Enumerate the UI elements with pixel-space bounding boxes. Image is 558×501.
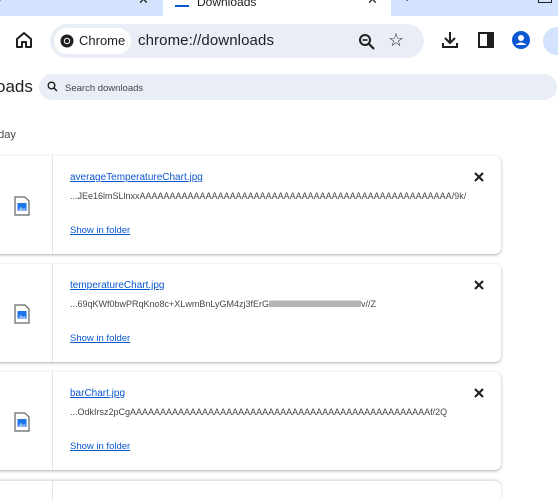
home-icon[interactable] bbox=[14, 30, 34, 50]
card-divider bbox=[52, 481, 53, 501]
download-filename-link[interactable]: barChart.jpg bbox=[70, 388, 125, 399]
profile-icon[interactable] bbox=[511, 30, 531, 50]
show-in-folder-link[interactable]: Show in folder bbox=[70, 333, 130, 344]
download-filename-link[interactable]: temperatureChart.jpg bbox=[70, 280, 165, 291]
bookmark-star-icon[interactable]: ☆ bbox=[388, 30, 404, 51]
tab-csv[interactable]: SV ✕ bbox=[0, 0, 160, 14]
toolbar: Chrome chrome://downloads ☆ bbox=[0, 16, 558, 66]
show-in-folder-link[interactable]: Show in folder bbox=[70, 225, 130, 236]
address-bar[interactable]: Chrome chrome://downloads ☆ bbox=[50, 24, 424, 58]
chrome-logo-icon bbox=[60, 34, 74, 48]
side-panel-icon[interactable] bbox=[478, 32, 494, 48]
tab-title: Downloads bbox=[197, 0, 257, 9]
new-tab-plus-icon[interactable]: + bbox=[403, 0, 411, 5]
search-input[interactable] bbox=[63, 77, 467, 99]
show-in-folder-link[interactable]: Show in folder bbox=[70, 441, 130, 452]
close-tab-icon[interactable]: ✕ bbox=[367, 0, 378, 8]
card-divider bbox=[52, 156, 53, 254]
chip-label: Chrome bbox=[79, 33, 126, 48]
remove-download-icon[interactable] bbox=[472, 278, 486, 292]
image-file-icon bbox=[14, 412, 30, 432]
tab-title: SV bbox=[0, 0, 2, 8]
search-icon bbox=[47, 81, 58, 92]
download-item: temperatureChart.jpg ...69qKWf0bwPRqKno8… bbox=[0, 264, 501, 362]
search-box[interactable] bbox=[39, 74, 557, 100]
download-icon[interactable] bbox=[440, 30, 460, 50]
download-item: averageTemperatureChart.jpg ...JEe16lmSL… bbox=[0, 156, 501, 254]
image-file-icon bbox=[14, 196, 30, 216]
close-tab-icon[interactable]: ✕ bbox=[138, 0, 149, 8]
remove-download-icon[interactable] bbox=[472, 386, 486, 400]
download-source-url: ...69qKWf0bwPRqKno8c+XLwmBnLyGM4zj3fErGl… bbox=[70, 299, 376, 309]
menu-button-edge[interactable] bbox=[543, 27, 558, 55]
download-item-partial bbox=[0, 481, 501, 501]
remove-download-icon[interactable] bbox=[472, 170, 486, 184]
downloads-tab-icon bbox=[175, 5, 189, 7]
tab-downloads[interactable]: Downloads ✕ bbox=[163, 0, 391, 16]
download-item: barChart.jpg ...OdkIrsz2pCgAAAAAAAAAAAAA… bbox=[0, 372, 501, 470]
download-source-url: ...OdkIrsz2pCgAAAAAAAAAAAAAAAAAAAAAAAAAA… bbox=[70, 407, 448, 417]
image-file-icon bbox=[14, 304, 30, 324]
new-tab-area: + bbox=[392, 0, 558, 14]
tab-strip: SV ✕ Downloads ✕ + bbox=[0, 0, 558, 16]
card-divider bbox=[52, 372, 53, 470]
page-title: oads bbox=[0, 77, 33, 96]
url-text[interactable]: chrome://downloads bbox=[138, 32, 274, 49]
download-source-url: ...JEe16lmSLlnxxAAAAAAAAAAAAAAAAAAAAAAAA… bbox=[70, 191, 467, 201]
date-section-label: oday bbox=[0, 129, 16, 141]
card-divider bbox=[52, 264, 53, 362]
minimize-window-icon[interactable] bbox=[538, 0, 552, 3]
chrome-chip[interactable]: Chrome bbox=[54, 28, 131, 54]
download-filename-link[interactable]: averageTemperatureChart.jpg bbox=[70, 172, 203, 183]
zoom-icon[interactable] bbox=[358, 33, 376, 51]
